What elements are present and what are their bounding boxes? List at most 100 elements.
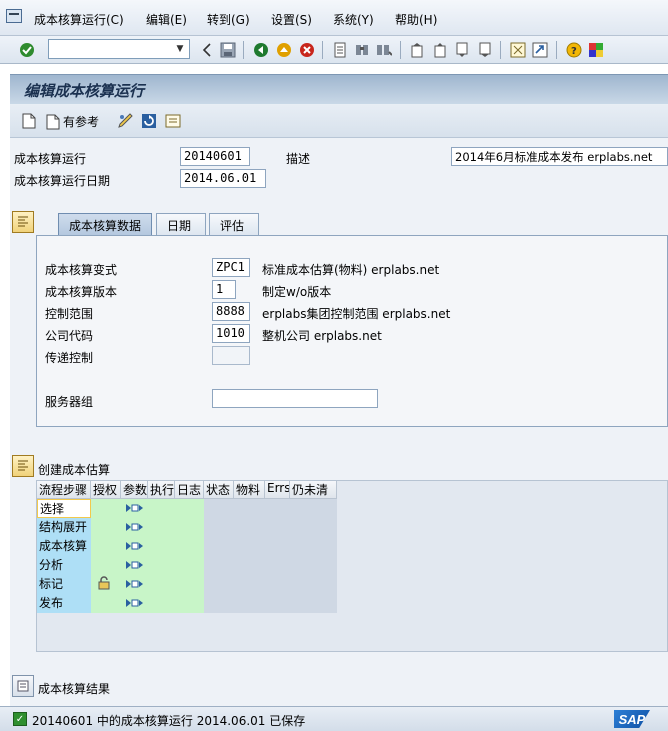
last-page-icon[interactable] [475, 41, 493, 59]
menu-system[interactable]: 系统(Y) [333, 11, 374, 28]
first-page-icon[interactable] [409, 41, 427, 59]
back-icon[interactable] [252, 41, 270, 59]
parameters-icon[interactable] [125, 598, 143, 608]
with-reference-button[interactable]: 有参考 [46, 113, 99, 130]
server-group-field[interactable] [212, 389, 378, 408]
svg-text:?: ? [571, 46, 577, 57]
shortcut-icon[interactable] [531, 41, 549, 59]
create-estimate-icon[interactable] [12, 455, 34, 477]
menu-edit[interactable]: 编辑(E) [146, 11, 187, 28]
costing-results-label: 成本核算结果 [38, 682, 111, 696]
server-group-label: 服务器组 [45, 395, 94, 409]
exit-icon[interactable] [275, 41, 293, 59]
auth-column [91, 499, 121, 613]
exec-column [148, 499, 175, 613]
costing-variant-label: 成本核算变式 [45, 263, 118, 277]
prev-page-icon[interactable] [431, 41, 449, 59]
costing-run-label: 成本核算运行 [14, 152, 87, 166]
parameters-icon[interactable] [125, 541, 143, 551]
col-process-step[interactable]: 流程步骤 [37, 481, 91, 499]
command-field[interactable]: ▼ [48, 39, 190, 59]
col-materials[interactable]: 物料 [234, 481, 265, 499]
cancel-icon[interactable] [298, 41, 316, 59]
menu-settings[interactable]: 设置(S) [271, 11, 312, 28]
col-execute[interactable]: 执行 [148, 481, 175, 499]
back-arrow-small-icon[interactable] [198, 41, 216, 59]
col-errors[interactable]: Errs [265, 481, 290, 499]
success-check-icon: ✓ [13, 712, 27, 726]
note-icon[interactable] [165, 113, 181, 129]
company-code-label: 公司代码 [45, 329, 94, 343]
save-icon[interactable] [219, 41, 237, 59]
lock-icon[interactable] [97, 576, 113, 590]
copy-reference-icon [46, 114, 60, 129]
costing-run-date-label: 成本核算运行日期 [14, 174, 111, 188]
page-title: 编辑成本核算运行 [24, 82, 145, 100]
col-still-open[interactable]: 仍未清 [290, 481, 337, 499]
enter-icon[interactable] [18, 41, 36, 59]
company-code-desc: 整机公司 erplabs.net [262, 329, 382, 343]
costing-version-desc: 制定w/o版本 [262, 285, 332, 299]
tab-list-icon[interactable] [12, 211, 34, 233]
application-toolbar: 有参考 [10, 104, 668, 138]
step-bom-explosion[interactable]: 结构展开 [37, 518, 91, 537]
controlling-area-field[interactable]: 8888 [212, 302, 250, 321]
find-icon[interactable] [353, 41, 371, 59]
step-analysis[interactable]: 分析 [37, 556, 91, 575]
menu-help[interactable]: 帮助(H) [395, 11, 437, 28]
costing-variant-desc: 标准成本估算(物料) erplabs.net [262, 263, 440, 277]
menu-costing-run[interactable]: 成本核算运行(C) [34, 11, 124, 28]
description-field[interactable]: 2014年6月标准成本发布 erplabs.net [451, 147, 668, 166]
costing-version-field[interactable]: 1 [212, 280, 236, 299]
controlling-area-label: 控制范围 [45, 307, 94, 321]
status-bar: ✓ 20140601 中的成本核算运行 2014.06.01 已保存 [0, 706, 668, 731]
next-page-icon[interactable] [453, 41, 471, 59]
costing-run-date-field[interactable]: 2014.06.01 [180, 169, 266, 188]
col-status[interactable]: 状态 [204, 481, 234, 499]
step-release[interactable]: 发布 [37, 594, 91, 613]
log-column [175, 499, 204, 613]
refresh-icon[interactable] [141, 113, 157, 129]
company-code-field[interactable]: 1010 [212, 324, 250, 343]
results-icon[interactable] [12, 675, 34, 697]
controlling-area-desc: erplabs集团控制范围 erplabs.net [262, 307, 451, 321]
col-log[interactable]: 日志 [175, 481, 204, 499]
parameters-icon[interactable] [125, 503, 143, 513]
step-costing[interactable]: 成本核算 [37, 537, 91, 556]
status-columns [204, 499, 337, 613]
chevron-down-icon[interactable]: ▼ [173, 42, 187, 56]
col-parameters[interactable]: 参数 [121, 481, 148, 499]
layout-icon[interactable] [587, 41, 605, 59]
transfer-control-field[interactable] [212, 346, 250, 365]
col-authorization[interactable]: 授权 [91, 481, 121, 499]
command-input[interactable] [49, 40, 169, 58]
param-column [121, 499, 148, 613]
tab-valuation[interactable]: 评估 [209, 213, 259, 235]
tab-dates[interactable]: 日期 [156, 213, 206, 235]
status-message[interactable]: 20140601 中的成本核算运行 2014.06.01 已保存 [32, 712, 305, 729]
transfer-control-label: 传递控制 [45, 351, 94, 365]
description-label: 描述 [286, 152, 311, 166]
system-menu-icon[interactable] [6, 9, 22, 23]
costing-version-label: 成本核算版本 [45, 285, 118, 299]
create-estimate-label: 创建成本估算 [38, 463, 111, 477]
parameters-icon[interactable] [125, 522, 143, 532]
title-bar: 编辑成本核算运行 [10, 74, 668, 104]
create-session-icon[interactable] [509, 41, 527, 59]
parameters-icon[interactable] [125, 579, 143, 589]
tab-costing-data[interactable]: 成本核算数据 [58, 213, 153, 235]
new-document-icon[interactable] [22, 113, 36, 129]
print-icon[interactable] [331, 41, 349, 59]
parameters-icon[interactable] [125, 560, 143, 570]
step-selection[interactable]: 选择 [37, 499, 91, 518]
menu-bar: 成本核算运行(C) 编辑(E) 转到(G) 设置(S) 系统(Y) 帮助(H) [0, 0, 668, 36]
costing-run-field[interactable]: 20140601 [180, 147, 250, 166]
costing-variant-field[interactable]: ZPC1 [212, 258, 250, 277]
with-reference-label: 有参考 [63, 115, 100, 129]
standard-toolbar: ▼ ? [0, 36, 668, 64]
edit-pencil-icon[interactable] [117, 113, 135, 129]
menu-goto[interactable]: 转到(G) [207, 11, 250, 28]
find-next-icon[interactable] [375, 41, 393, 59]
step-marking[interactable]: 标记 [37, 575, 91, 594]
help-icon[interactable]: ? [565, 41, 583, 59]
